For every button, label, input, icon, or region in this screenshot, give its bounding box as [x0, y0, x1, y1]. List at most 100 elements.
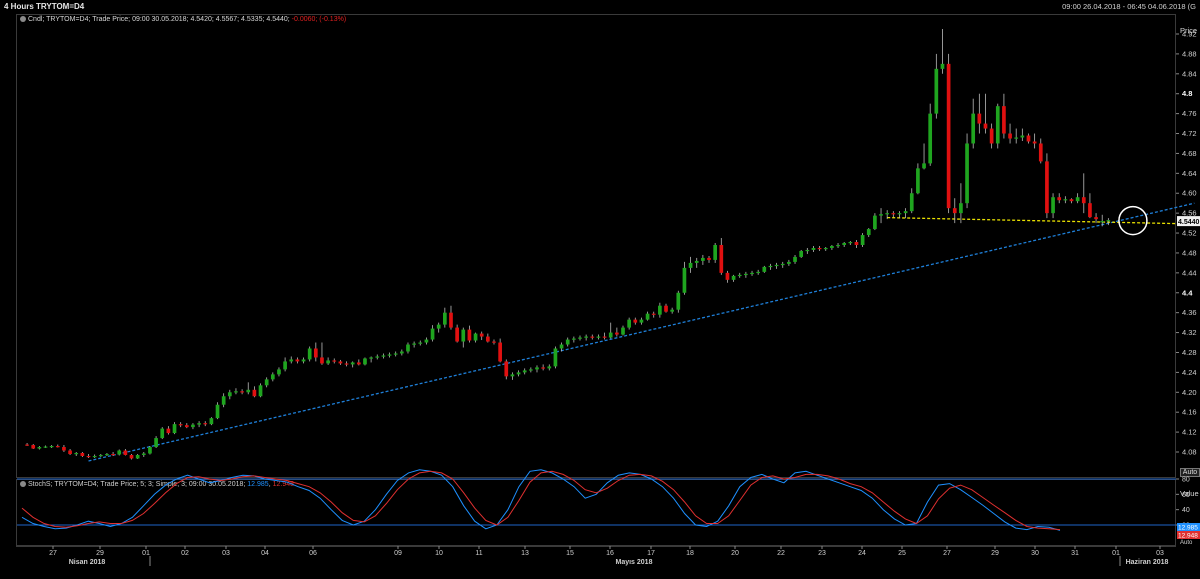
candle — [995, 103, 1000, 149]
candle-body — [424, 339, 429, 343]
candle-body — [117, 450, 122, 455]
candle-body — [326, 360, 330, 364]
candle-body — [946, 63, 951, 209]
candle — [830, 244, 834, 250]
candle-body — [498, 342, 502, 362]
candle-body — [885, 213, 890, 215]
x-tick-label: 20 — [731, 550, 739, 557]
price-tick-label: 4.32 — [1182, 328, 1197, 337]
candle-body — [387, 354, 392, 356]
price-tick-label: 4.08 — [1182, 448, 1197, 457]
candle-body — [123, 450, 128, 455]
x-tick-label: 03 — [1156, 550, 1164, 557]
candle-body — [651, 313, 656, 315]
highlight-circle — [1118, 205, 1148, 236]
candle-body — [74, 452, 79, 455]
candle-body — [141, 453, 146, 455]
candle — [209, 417, 214, 426]
candle-body — [793, 256, 797, 262]
candle-body — [307, 348, 312, 360]
x-tick-label: 09 — [394, 550, 402, 557]
candle — [891, 211, 896, 218]
x-tick-label: 27 — [943, 550, 951, 557]
candle — [553, 346, 558, 369]
stoch-d-tag-label: 12.948 — [1178, 533, 1198, 540]
candle-body — [197, 423, 201, 425]
candle-body — [246, 389, 251, 393]
x-tick-label: 16 — [606, 550, 614, 557]
candle — [590, 334, 595, 340]
candle — [68, 449, 72, 455]
candle-body — [270, 374, 275, 380]
candle-body — [375, 356, 380, 358]
candle-body — [578, 337, 582, 339]
candle — [504, 359, 509, 380]
candle — [768, 263, 773, 270]
candle-body — [989, 128, 994, 144]
candle-body — [676, 292, 681, 310]
candle — [608, 322, 613, 339]
candle — [135, 453, 140, 459]
candle — [221, 393, 226, 408]
candle — [934, 53, 939, 119]
candle — [842, 242, 847, 247]
candle — [989, 123, 994, 149]
candle — [455, 324, 459, 343]
candle-body — [62, 447, 66, 451]
candle-body — [277, 369, 281, 375]
candle — [148, 446, 152, 455]
x-tick-label: 29 — [991, 550, 999, 557]
candle-body — [719, 244, 724, 273]
candle — [516, 370, 521, 377]
candle — [928, 103, 933, 166]
candle-body — [227, 392, 232, 397]
x-tick-label: 10 — [435, 550, 443, 557]
candle — [301, 357, 306, 364]
candle — [203, 421, 208, 427]
candle — [141, 452, 146, 457]
price-tick-label: 4.60 — [1182, 189, 1197, 198]
candle-body — [934, 68, 939, 114]
price-tick-label: 4.48 — [1182, 248, 1197, 257]
candle-body — [873, 215, 877, 230]
candle-body — [799, 250, 804, 257]
candle-body — [977, 113, 982, 124]
candle-body — [92, 455, 97, 458]
stoch-d-line — [21, 470, 1061, 531]
candle — [375, 354, 380, 360]
candle-body — [737, 274, 742, 277]
candle — [449, 305, 453, 330]
candle — [682, 261, 687, 295]
candle-body — [897, 213, 902, 215]
candle — [854, 240, 859, 248]
candle — [897, 211, 902, 219]
candle — [338, 359, 343, 365]
candle-body — [971, 113, 976, 144]
x-tick-label: 01 — [142, 550, 150, 557]
candle — [258, 383, 263, 398]
candle — [756, 269, 761, 275]
candle-body — [1069, 199, 1074, 202]
price-tick-label: 4.72 — [1182, 129, 1197, 138]
candle-body — [191, 424, 195, 428]
candle-body — [756, 271, 761, 274]
candle-body — [492, 341, 496, 343]
candle-body — [842, 243, 847, 245]
candle-body — [547, 366, 552, 369]
candle — [473, 332, 478, 343]
candle — [197, 421, 201, 428]
candle — [344, 361, 349, 367]
candle — [154, 436, 158, 449]
candle-body — [178, 424, 183, 426]
candle-body — [682, 267, 687, 293]
candle-body — [486, 336, 490, 342]
candle-body — [854, 242, 859, 245]
candle-body — [43, 446, 48, 448]
candle-body — [332, 360, 337, 362]
candle — [823, 246, 828, 251]
candle — [694, 257, 699, 268]
candle-body — [645, 313, 650, 320]
candle — [848, 241, 853, 245]
candle — [1014, 128, 1019, 144]
candle-body — [522, 370, 527, 373]
